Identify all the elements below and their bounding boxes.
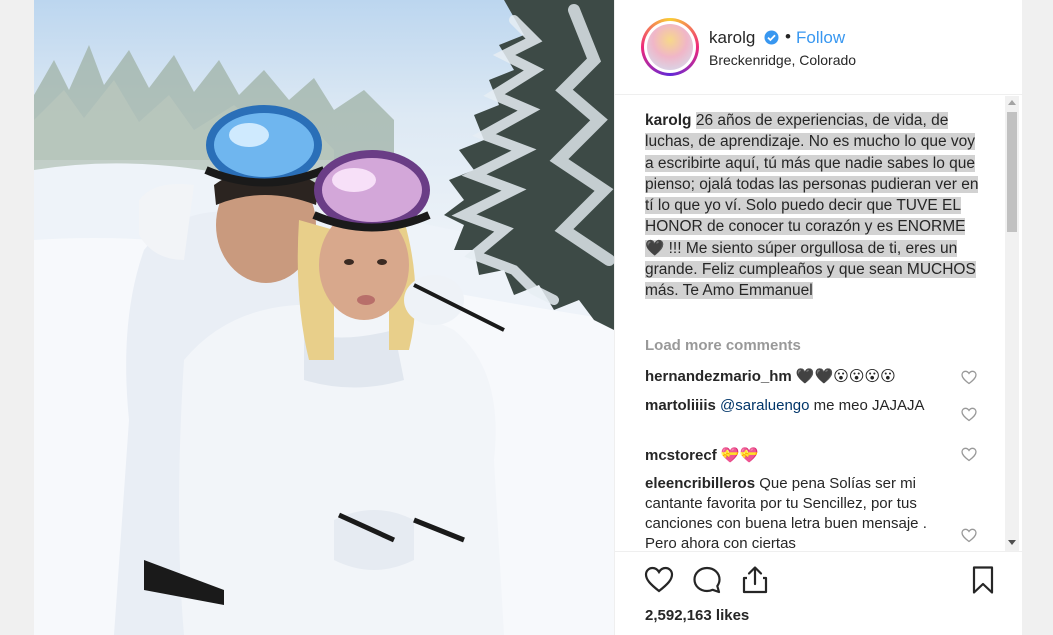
- comment-item: eleencribilleros Que pena Solías ser mi …: [645, 474, 945, 548]
- comment-like-heart-icon[interactable]: [961, 407, 977, 422]
- post-actions: 2,592,163 likes: [615, 551, 1023, 635]
- share-icon[interactable]: [739, 564, 771, 596]
- post-sidebar: karolg • Follow Breckenridge, Colorado k…: [614, 0, 1023, 635]
- avatar-photo: [647, 24, 693, 70]
- comment-like-heart-icon[interactable]: [961, 447, 977, 462]
- separator-dot: •: [785, 27, 791, 46]
- avatar[interactable]: [641, 18, 699, 76]
- likes-count[interactable]: 2,592,163 likes: [645, 607, 749, 624]
- load-more-comments-button[interactable]: Load more comments: [645, 337, 801, 354]
- bookmark-icon[interactable]: [967, 564, 999, 596]
- comment-like-heart-icon[interactable]: [961, 528, 977, 543]
- comment-text: 🖤🖤😮😮😮😮: [795, 368, 896, 385]
- comment-username[interactable]: martoliiiis: [645, 397, 716, 414]
- caption: karolg 26 años de experiencias, de vida,…: [645, 110, 981, 302]
- post-header: karolg • Follow Breckenridge, Colorado: [615, 0, 1023, 95]
- snow-couple-illustration: [34, 0, 614, 635]
- scrollbar-thumb[interactable]: [1007, 112, 1017, 232]
- window-margin-left: [0, 0, 34, 635]
- post-username[interactable]: karolg: [709, 28, 755, 48]
- scroll-down-arrow-icon[interactable]: [1008, 540, 1016, 545]
- comment-username[interactable]: mcstorecf: [645, 447, 717, 464]
- comments-scrollbar[interactable]: [1005, 96, 1019, 551]
- comment-text: 💝💝: [720, 447, 759, 464]
- comments-list[interactable]: karolg 26 años de experiencias, de vida,…: [615, 96, 1023, 548]
- scroll-up-arrow-icon[interactable]: [1008, 100, 1016, 105]
- caption-username[interactable]: karolg: [645, 112, 692, 129]
- window-margin-right: [1022, 0, 1053, 635]
- comment-item: hernandezmario_hm 🖤🖤😮😮😮😮: [645, 367, 945, 387]
- avatar-image: [644, 21, 696, 73]
- comment-item: mcstorecf 💝💝: [645, 446, 945, 466]
- caption-text: 26 años de experiencias, de vida, de luc…: [645, 112, 979, 300]
- comment-like-heart-icon[interactable]: [961, 370, 977, 385]
- follow-button[interactable]: Follow: [796, 28, 845, 48]
- comment-bubble-icon[interactable]: [691, 564, 723, 596]
- post-photo[interactable]: [34, 0, 614, 635]
- comment-item: martoliiiis @saraluengo me meo JAJAJA: [645, 396, 945, 416]
- heart-icon[interactable]: [643, 564, 675, 596]
- post-location[interactable]: Breckenridge, Colorado: [709, 52, 856, 68]
- verified-badge-icon: [764, 30, 779, 45]
- comment-username[interactable]: hernandezmario_hm: [645, 368, 792, 385]
- comment-mention[interactable]: @saraluengo: [720, 397, 809, 414]
- comment-username[interactable]: eleencribilleros: [645, 475, 755, 492]
- comment-text: me meo JAJAJA: [813, 397, 925, 414]
